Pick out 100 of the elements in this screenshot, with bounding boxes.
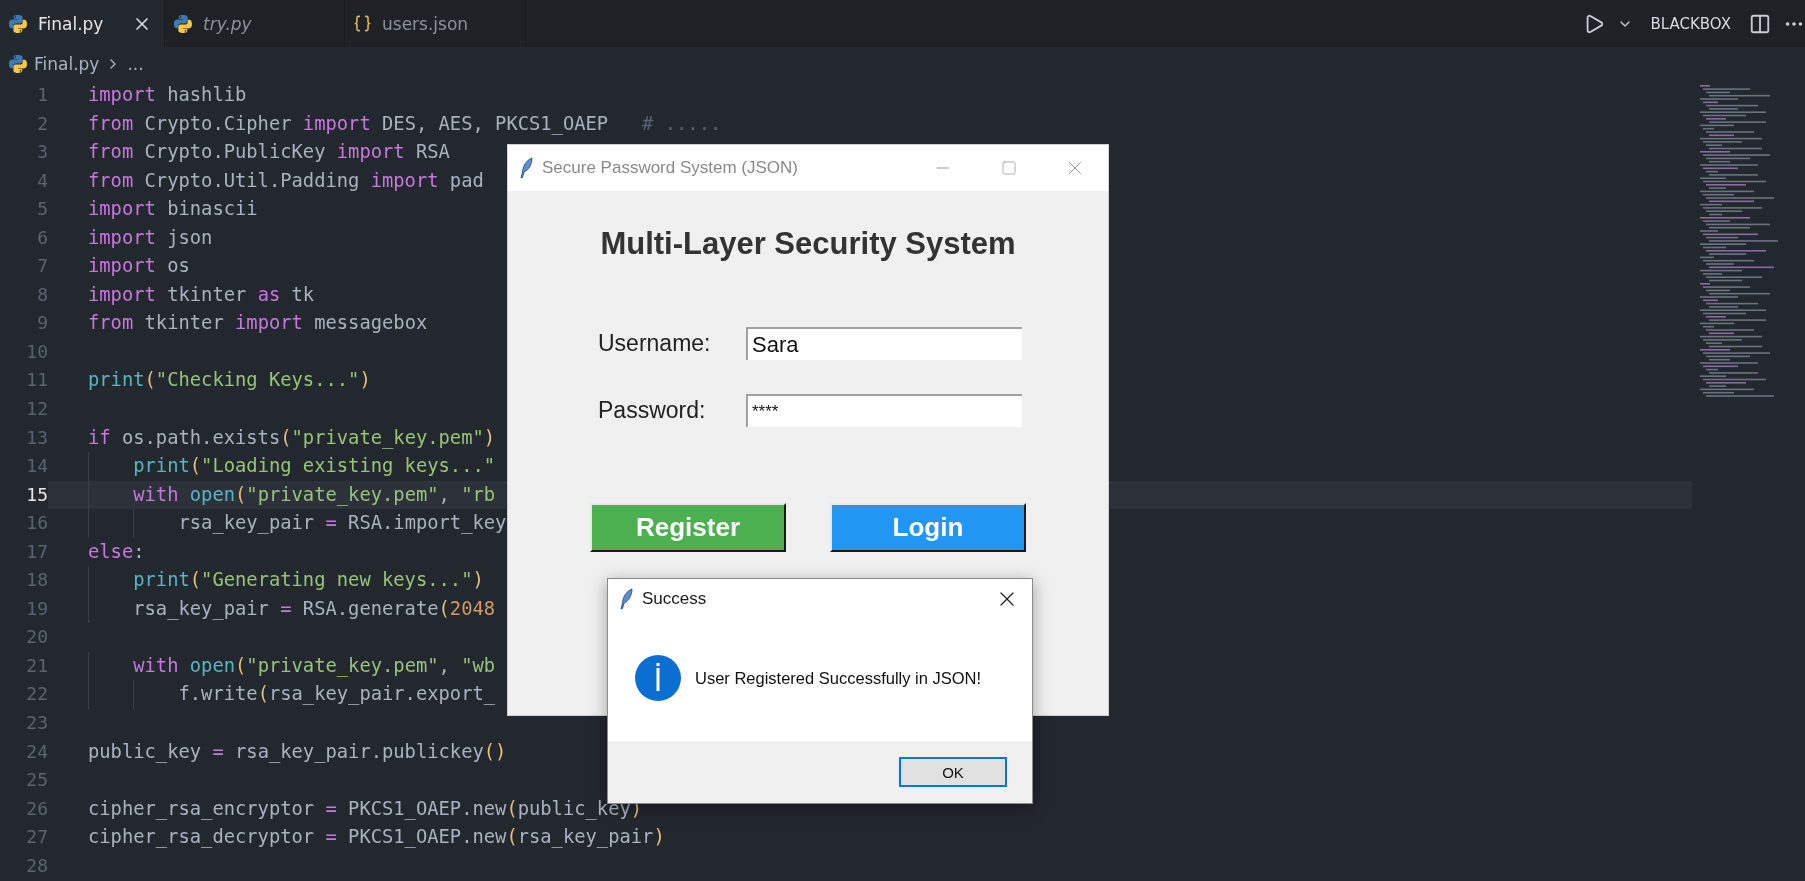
code-text: rsa_key_pair.publickey (235, 740, 484, 762)
code-text: Crypto.Util.Padding (144, 169, 361, 191)
username-field[interactable]: Sara (746, 327, 1022, 360)
line-number: 23 (25, 711, 48, 736)
line-number: 7 (36, 254, 48, 279)
line-number: 24 (25, 739, 48, 764)
line-number: 4 (36, 168, 48, 193)
line-number: 9 (36, 311, 48, 336)
keyword: import (302, 112, 371, 134)
string-literal: "Checking Keys..." (155, 369, 360, 391)
line-number: 17 (25, 539, 48, 564)
app-heading: Multi-Layer Security System (600, 228, 1016, 260)
line-number: 25 (25, 768, 48, 793)
function-name: print (133, 569, 190, 591)
bracket: ( (189, 455, 202, 477)
bracket: ) (472, 569, 484, 591)
split-editor-icon[interactable] (1749, 12, 1771, 35)
line-number: 1 (36, 83, 48, 107)
string-literal: "wb (461, 654, 496, 676)
code-text: RSA (415, 141, 450, 163)
ok-button[interactable]: OK (899, 757, 1007, 787)
bracket: ( (189, 569, 202, 591)
line-number: 18 (25, 568, 48, 593)
keyword: from (88, 112, 134, 134)
keyword: import (88, 226, 156, 248)
feather-icon (520, 157, 534, 179)
line-number: 20 (25, 625, 48, 650)
keyword: with (133, 483, 179, 505)
line-number: 2 (36, 111, 48, 136)
line-number: 5 (36, 197, 48, 222)
code-text: PKCS1_OAEP.new (348, 797, 507, 819)
editor-tab[interactable]: Final.py (0, 0, 165, 47)
dialog-message: User Registered Successfully in JSON! (695, 668, 982, 688)
bracket: ( (144, 369, 156, 391)
code-text: Crypto.Cipher (144, 112, 293, 134)
code-text: rsa_key_pair (517, 826, 654, 848)
password-field[interactable]: **** (746, 394, 1022, 427)
line-number: 13 (25, 425, 48, 450)
line-number: 22 (25, 682, 48, 707)
blackbox-button[interactable]: BLACKBOX (1650, 14, 1731, 33)
code-text: , (438, 483, 451, 505)
code-text: os.path.exists (121, 426, 281, 448)
operator: = (325, 797, 337, 819)
bracket: ( (280, 426, 292, 448)
code-text: binascii (167, 198, 258, 220)
field-label: Password: (598, 397, 707, 424)
function-name: open (189, 483, 235, 505)
line-number: 8 (36, 282, 48, 307)
code-text: PKCS1_OAEP.new (348, 826, 507, 848)
keyword: from (88, 312, 134, 334)
number-literal: 2048 (449, 597, 496, 619)
bracket: ( (235, 654, 247, 676)
breadcrumb-item[interactable]: Final.py (34, 54, 100, 74)
keyword: import (370, 169, 439, 191)
line-number: 10 (25, 339, 48, 364)
breadcrumb-item[interactable]: ... (127, 54, 144, 74)
code-text: pad (449, 169, 484, 191)
code-text: DES, AES, PKCS1_OAEP (382, 112, 610, 134)
code-text: tkinter (167, 283, 248, 305)
keyword: import (88, 198, 156, 220)
keyword: import (88, 255, 156, 277)
keyword: import (88, 84, 156, 105)
bracket: ( (438, 597, 450, 619)
code-comment: # ..... (642, 112, 722, 134)
python-icon (8, 13, 28, 34)
string-literal: "Loading existing keys..." (201, 455, 496, 477)
bracket: ( (506, 797, 518, 819)
line-number: 19 (25, 596, 48, 621)
field-label: Username: (598, 330, 712, 357)
function-name: print (88, 369, 145, 391)
keyword: if (88, 426, 111, 448)
line-number: 15 (25, 482, 48, 507)
function-name: open (189, 654, 235, 676)
string-literal: "private_key.pem" (246, 654, 439, 676)
keyword: else (88, 540, 134, 562)
keyword: import (235, 312, 303, 334)
bracket: ( (235, 483, 247, 505)
line-number: 3 (36, 140, 48, 165)
bracket: ) (359, 369, 371, 391)
operator: = (325, 826, 337, 848)
string-literal: "rb (461, 483, 496, 505)
window-title: Secure Password System (JSON) (542, 158, 798, 178)
function-name: print (133, 455, 190, 477)
operator: = (325, 512, 337, 534)
keyword: import (88, 283, 156, 305)
line-number: 12 (25, 397, 48, 421)
line-number: 11 (25, 368, 48, 393)
operator: = (212, 740, 224, 762)
line-number: 6 (36, 225, 48, 250)
info-icon (635, 655, 681, 701)
code-text: os (167, 255, 190, 277)
line-number: 16 (25, 511, 48, 536)
bracket: ) (653, 826, 665, 848)
code-text: , (438, 654, 451, 676)
code-text: public_key (88, 740, 203, 762)
operator: = (280, 597, 292, 619)
string-literal: "private_key.pem" (246, 483, 439, 505)
python-icon (8, 54, 28, 74)
line-number: 21 (25, 653, 48, 678)
code-text: tk (291, 283, 315, 305)
